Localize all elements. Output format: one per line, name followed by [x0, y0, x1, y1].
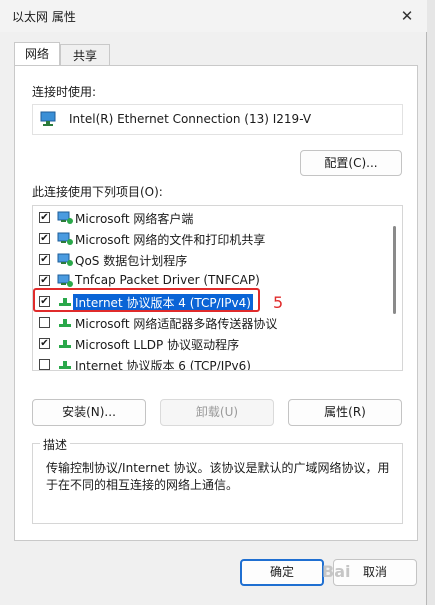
connect-using-label: 连接时使用:: [32, 85, 97, 99]
checkbox[interactable]: ✔: [39, 254, 50, 265]
annotation-highlight-box: [33, 288, 260, 312]
window-title: 以太网 属性: [12, 10, 76, 24]
list-item[interactable]: Internet 协议版本 6 (TCP/IPv6): [33, 355, 388, 371]
checkbox[interactable]: ✔: [39, 338, 50, 349]
item-label: QoS 数据包计划程序: [75, 254, 188, 268]
install-button[interactable]: 安装(N)...: [32, 399, 146, 426]
description-label: 描述: [40, 436, 71, 453]
network-adapter-icon: [40, 111, 56, 126]
configure-button[interactable]: 配置(C)...: [300, 150, 402, 176]
checkbox[interactable]: ✔: [39, 275, 50, 286]
close-icon[interactable]: ✕: [397, 6, 417, 26]
ethernet-properties-dialog: 以太网 属性 ✕ 网络 共享 连接时使用: Intel(R) Ethernet …: [0, 0, 427, 605]
watermark-logo: Bai: [322, 562, 351, 581]
list-item[interactable]: Microsoft 网络适配器多路传送器协议: [33, 313, 388, 334]
checkbox[interactable]: [39, 359, 50, 370]
item-label: Internet 协议版本 6 (TCP/IPv6): [75, 359, 251, 371]
items-label: 此连接使用下列项目(O):: [32, 185, 163, 199]
adapter-name: Intel(R) Ethernet Connection (13) I219-V: [69, 112, 312, 126]
checkbox[interactable]: [39, 317, 50, 328]
list-item[interactable]: ✔ Microsoft 网络的文件和打印机共享: [33, 229, 388, 250]
background-window-edge: [427, 0, 435, 605]
tab-network[interactable]: 网络: [14, 42, 60, 66]
uninstall-button[interactable]: 卸载(U): [160, 399, 274, 426]
list-scrollbar[interactable]: [393, 226, 396, 314]
checkbox[interactable]: ✔: [39, 212, 50, 223]
list-item[interactable]: ✔ Microsoft LLDP 协议驱动程序: [33, 334, 388, 355]
tab-sharing[interactable]: 共享: [60, 44, 110, 66]
protocol-icon: [59, 340, 71, 348]
title-bar: 以太网 属性 ✕: [0, 0, 427, 32]
checkbox[interactable]: ✔: [39, 233, 50, 244]
protocol-icon: [59, 319, 71, 327]
description-text: 传输控制协议/Internet 协议。该协议是默认的广域网络协议，用于在不同的相…: [46, 461, 390, 492]
network-client-icon: [57, 211, 73, 224]
item-label: Microsoft 网络客户端: [75, 212, 194, 226]
protocol-icon: [59, 361, 71, 369]
ok-button[interactable]: 确定: [240, 559, 324, 586]
item-label: Microsoft 网络的文件和打印机共享: [75, 233, 266, 247]
item-label: Microsoft 网络适配器多路传送器协议: [75, 317, 278, 331]
properties-button[interactable]: 属性(R): [288, 399, 402, 426]
list-item[interactable]: ✔ QoS 数据包计划程序: [33, 250, 388, 271]
annotation-step-number: 5: [273, 293, 284, 312]
item-label: Microsoft LLDP 协议驱动程序: [75, 338, 240, 352]
item-label: Tnfcap Packet Driver (TNFCAP): [75, 273, 260, 287]
network-client-icon: [57, 232, 73, 245]
list-item[interactable]: ✔ Microsoft 网络客户端: [33, 208, 388, 229]
network-client-icon: [57, 253, 73, 266]
network-client-icon: [57, 274, 73, 287]
